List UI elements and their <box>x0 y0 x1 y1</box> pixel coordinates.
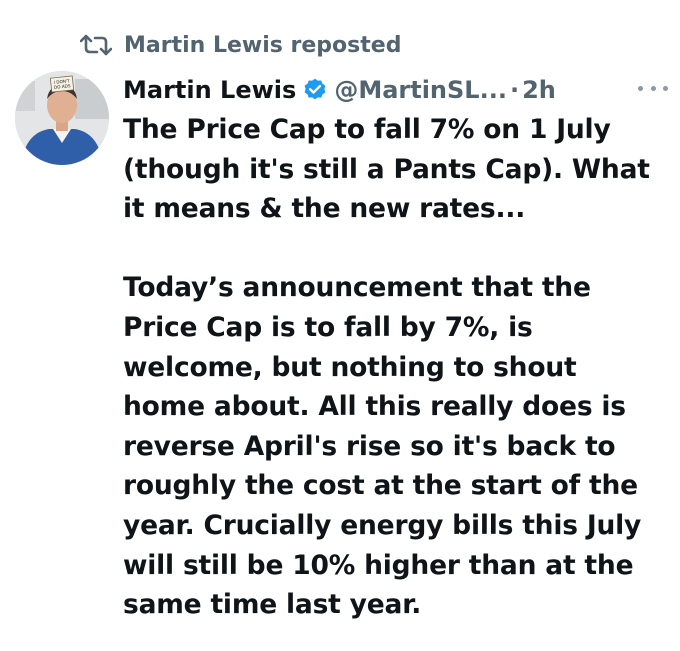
separator-dot: · <box>509 76 520 104</box>
tweet-header: Martin Lewis @MartinSL... · 2h <box>123 70 668 110</box>
author-handle[interactable]: @MartinSL... <box>334 76 507 104</box>
repost-indicator[interactable]: Martin Lewis reposted <box>80 28 401 62</box>
avatar[interactable]: I DON'T DO ADS <box>15 71 109 165</box>
verified-badge-icon <box>302 77 328 103</box>
post-time[interactable]: 2h <box>522 76 556 104</box>
author-name[interactable]: Martin Lewis <box>123 76 296 104</box>
tweet-text: The Price Cap to fall 7% on 1 July (thou… <box>123 110 663 625</box>
repost-icon <box>80 32 114 58</box>
more-options-icon[interactable] <box>638 78 668 98</box>
tweet-paragraph-2: Today’s announcement that the Price Cap … <box>123 272 642 621</box>
repost-label: Martin Lewis reposted <box>124 32 402 58</box>
tweet-paragraph-1: The Price Cap to fall 7% on 1 July (thou… <box>123 114 650 225</box>
